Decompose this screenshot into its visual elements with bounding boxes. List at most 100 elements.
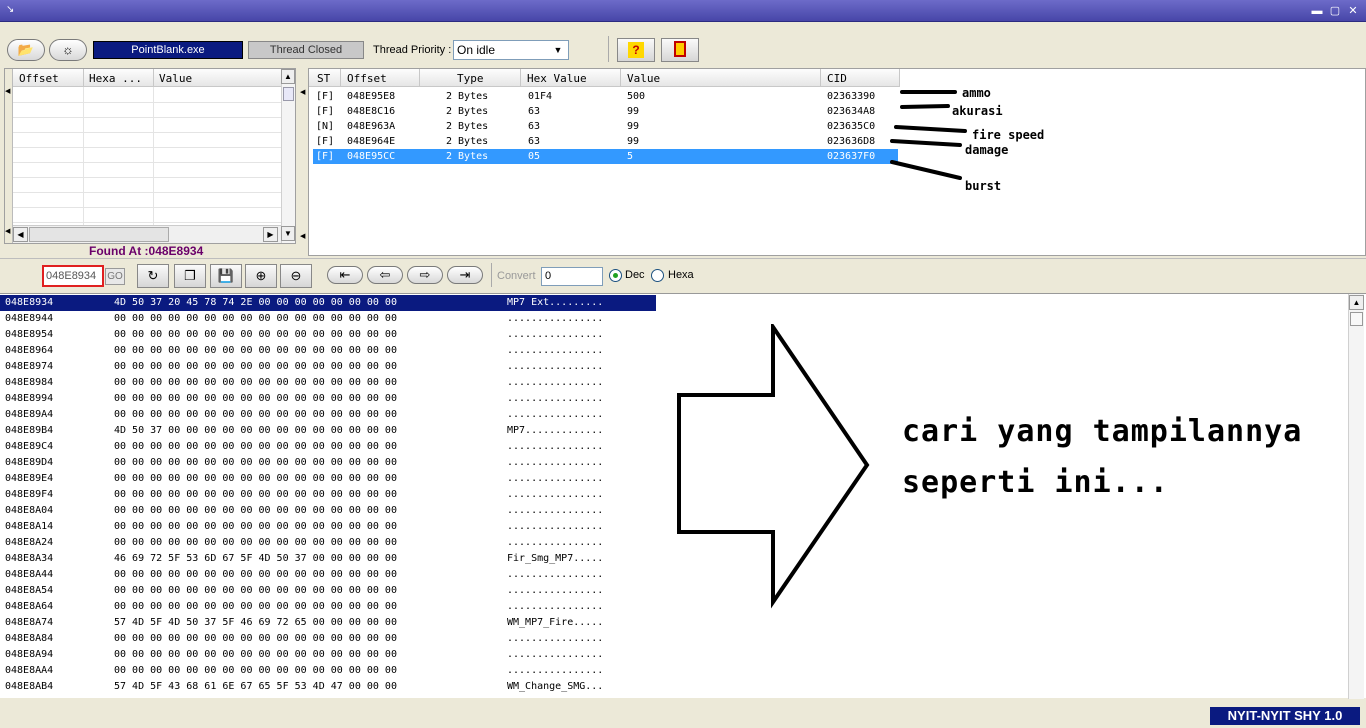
hex-row[interactable]: 048E8A34 46 69 72 5F 53 6D 67 5F 4D 50 37… xyxy=(0,551,660,567)
column-header[interactable]: Hexa ... xyxy=(89,72,142,85)
scroll-left-icon[interactable]: ◀ xyxy=(13,227,28,242)
hex-row[interactable]: 048E8A74 57 4D 5F 4D 50 37 5F 46 69 72 65… xyxy=(0,615,660,631)
help-button[interactable]: ? xyxy=(617,38,655,62)
column-header[interactable]: Type xyxy=(457,72,484,85)
scroll-down-icon[interactable]: ▼ xyxy=(281,226,295,241)
hex-row[interactable]: 048E8A04 00 00 00 00 00 00 00 00 00 00 00… xyxy=(0,503,660,519)
address-input[interactable]: 048E8934 xyxy=(42,265,104,287)
column-header[interactable]: Value xyxy=(627,72,660,85)
results-list[interactable]: [F] 048E95E8 2 Bytes 01F4 500 02363390 [F] 048E… xyxy=(313,89,913,249)
scroll-thumb[interactable] xyxy=(29,227,169,242)
convert-input[interactable]: 0 xyxy=(541,267,603,286)
hex-row[interactable]: 048E8A64 00 00 00 00 00 00 00 00 00 00 00… xyxy=(0,599,660,615)
hex-row[interactable]: 048E89E4 00 00 00 00 00 00 00 00 00 00 00… xyxy=(0,471,660,487)
horizontal-scrollbar[interactable]: ◀ ▶ xyxy=(13,225,281,243)
hexa-radio[interactable] xyxy=(651,269,664,282)
folder-open-icon: 📂 xyxy=(17,42,35,57)
scroll-right-icon[interactable]: ▶ xyxy=(263,227,278,242)
hex-bytes: 00 00 00 00 00 00 00 00 00 00 00 00 00 0… xyxy=(114,585,397,596)
hex-row[interactable]: 048E8A94 00 00 00 00 00 00 00 00 00 00 00… xyxy=(0,647,660,663)
open-process-button[interactable]: 📂 xyxy=(7,39,45,61)
hex-bytes: 57 4D 5F 43 68 61 6E 67 65 5F 53 4D 47 0… xyxy=(114,681,397,692)
result-cell-offset: 048E95E8 xyxy=(347,91,396,102)
hex-row[interactable]: 048E8944 00 00 00 00 00 00 00 00 00 00 00… xyxy=(0,311,660,327)
go-button[interactable]: GO xyxy=(105,268,125,285)
hex-row[interactable]: 048E8A84 00 00 00 00 00 00 00 00 00 00 00… xyxy=(0,631,660,647)
hex-row[interactable]: 048E8994 00 00 00 00 00 00 00 00 00 00 00… xyxy=(0,391,660,407)
search-list-body[interactable] xyxy=(13,87,281,225)
zoom-in-button[interactable]: ⊕ xyxy=(245,264,277,288)
hex-row[interactable]: 048E8974 00 00 00 00 00 00 00 00 00 00 00… xyxy=(0,359,660,375)
hex-dump[interactable]: 048E8934 4D 50 37 20 45 78 74 2E 00 00 00… xyxy=(0,294,700,699)
maximize-icon[interactable]: ▢ xyxy=(1327,4,1343,18)
vertical-scrollbar[interactable]: ▲ ▼ xyxy=(281,69,295,243)
splitter-left-icon[interactable]: ◀ xyxy=(300,88,305,96)
hex-ascii: MP7 Ext......... xyxy=(507,297,604,308)
hex-row[interactable]: 048E8AB4 57 4D 5F 43 68 61 6E 67 65 5F 53… xyxy=(0,679,660,695)
hex-ascii: ................ xyxy=(507,313,604,324)
result-row[interactable]: [F] 048E95E8 2 Bytes 01F4 500 02363390 xyxy=(313,89,898,104)
hex-bytes: 00 00 00 00 00 00 00 00 00 00 00 00 00 0… xyxy=(114,345,397,356)
chevron-down-icon[interactable]: ▼ xyxy=(550,41,566,59)
resize-left-icon[interactable]: ◀ xyxy=(5,227,10,235)
hex-row[interactable]: 048E8A54 00 00 00 00 00 00 00 00 00 00 00… xyxy=(0,583,660,599)
hex-row[interactable]: 048E89A4 00 00 00 00 00 00 00 00 00 00 00… xyxy=(0,407,660,423)
first-page-button[interactable]: ⇤ xyxy=(327,266,363,284)
column-header[interactable]: CID xyxy=(827,72,847,85)
annotation-instruction-line1: cari yang tampilannya xyxy=(902,414,1303,449)
hex-ascii: MP7............. xyxy=(507,425,604,436)
hex-ascii: ................ xyxy=(507,361,604,372)
hex-row[interactable]: 048E8A44 00 00 00 00 00 00 00 00 00 00 00… xyxy=(0,567,660,583)
first-page-icon: ⇤ xyxy=(339,267,351,282)
hex-row[interactable]: 048E8964 00 00 00 00 00 00 00 00 00 00 00… xyxy=(0,343,660,359)
prev-page-button[interactable]: ⇦ xyxy=(367,266,403,284)
hex-row[interactable]: 048E8954 00 00 00 00 00 00 00 00 00 00 00… xyxy=(0,327,660,343)
splitter-left-icon[interactable]: ◀ xyxy=(300,232,305,240)
last-page-icon: ⇥ xyxy=(459,267,471,282)
hex-row[interactable]: 048E8AA4 00 00 00 00 00 00 00 00 00 00 00… xyxy=(0,663,660,679)
hex-row[interactable]: 048E8984 00 00 00 00 00 00 00 00 00 00 00… xyxy=(0,375,660,391)
column-header[interactable]: Offset xyxy=(347,72,387,85)
exit-door-icon xyxy=(674,41,686,57)
hex-bytes: 00 00 00 00 00 00 00 00 00 00 00 00 00 0… xyxy=(114,409,397,420)
minimize-icon[interactable]: ▬ xyxy=(1309,4,1325,18)
column-header[interactable]: Hex Value xyxy=(527,72,587,85)
dec-radio[interactable] xyxy=(609,269,622,282)
hex-row[interactable]: 048E89B4 4D 50 37 00 00 00 00 00 00 00 00… xyxy=(0,423,660,439)
column-header[interactable]: Value xyxy=(159,72,192,85)
result-row[interactable]: [F] 048E8C16 2 Bytes 63 99 023634A8 xyxy=(313,104,898,119)
scroll-thumb[interactable] xyxy=(283,87,294,101)
refresh-button[interactable]: ↻ xyxy=(137,264,169,288)
settings-button[interactable]: ☼ xyxy=(49,39,87,61)
column-header[interactable]: ST xyxy=(317,72,330,85)
hex-row[interactable]: 048E89F4 00 00 00 00 00 00 00 00 00 00 00… xyxy=(0,487,660,503)
scroll-up-icon[interactable]: ▲ xyxy=(281,69,295,84)
convert-label: Convert xyxy=(497,270,536,282)
scroll-up-icon[interactable]: ▲ xyxy=(1349,295,1364,310)
hex-bytes: 00 00 00 00 00 00 00 00 00 00 00 00 00 0… xyxy=(114,489,397,500)
scroll-thumb[interactable] xyxy=(1350,312,1363,326)
hex-addr: 048E8A14 xyxy=(5,521,54,532)
next-page-button[interactable]: ⇨ xyxy=(407,266,443,284)
copy-button[interactable]: ❐ xyxy=(174,264,206,288)
zoom-out-button[interactable]: ⊖ xyxy=(280,264,312,288)
hex-row[interactable]: 048E8934 4D 50 37 20 45 78 74 2E 00 00 00… xyxy=(0,295,656,311)
exit-button[interactable] xyxy=(661,38,699,62)
thread-priority-select[interactable]: On idle ▼ xyxy=(453,40,569,60)
hex-ascii: ................ xyxy=(507,377,604,388)
last-page-button[interactable]: ⇥ xyxy=(447,266,483,284)
result-row[interactable]: [F] 048E964E 2 Bytes 63 99 023636D8 xyxy=(313,134,898,149)
result-row[interactable]: [N] 048E963A 2 Bytes 63 99 023635C0 xyxy=(313,119,898,134)
hex-row[interactable]: 048E89C4 00 00 00 00 00 00 00 00 00 00 00… xyxy=(0,439,660,455)
hex-row[interactable]: 048E8A14 00 00 00 00 00 00 00 00 00 00 00… xyxy=(0,519,660,535)
system-menu-icon[interactable]: ↘ xyxy=(6,4,14,15)
column-header[interactable]: Offset xyxy=(19,72,59,85)
close-icon[interactable]: ✕ xyxy=(1345,4,1361,18)
hex-row[interactable]: 048E8A24 00 00 00 00 00 00 00 00 00 00 00… xyxy=(0,535,660,551)
hex-vertical-scrollbar[interactable]: ▲ xyxy=(1348,294,1364,699)
resize-left-icon[interactable]: ◀ xyxy=(5,87,10,95)
hex-bytes: 00 00 00 00 00 00 00 00 00 00 00 00 00 0… xyxy=(114,505,397,516)
result-row[interactable]: [F] 048E95CC 2 Bytes 05 5 023637F0 xyxy=(313,149,898,164)
save-button[interactable]: 💾 xyxy=(210,264,242,288)
hex-row[interactable]: 048E89D4 00 00 00 00 00 00 00 00 00 00 00… xyxy=(0,455,660,471)
